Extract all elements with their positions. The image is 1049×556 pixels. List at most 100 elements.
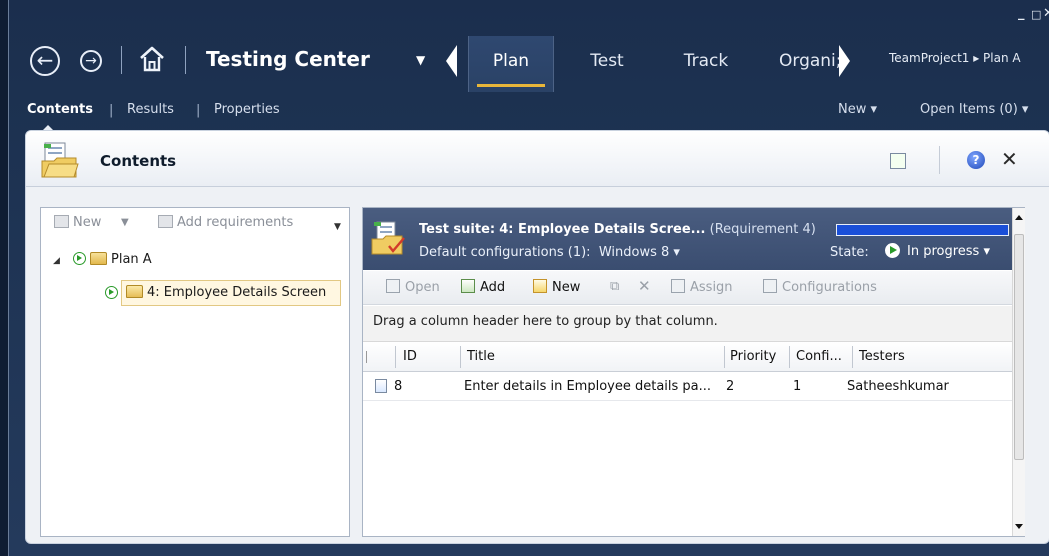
suite-header: Test suite: 4: Employee Details Scree...… (363, 208, 1024, 270)
state-label: State: (830, 245, 869, 260)
add-button[interactable]: Add (461, 279, 505, 295)
tabs-scroll-right-icon[interactable] (839, 45, 850, 77)
minimize-button[interactable]: _ (1018, 6, 1025, 21)
divider (852, 346, 853, 368)
play-icon (105, 286, 118, 299)
title-bar: _ □ ✕ ← → Testing Center ▼ Plan Test Tra… (9, 0, 1049, 92)
cell-id: 8 (394, 379, 403, 394)
app-title: Testing Center (206, 47, 370, 71)
open-icon (386, 279, 400, 293)
divider (789, 346, 790, 368)
home-icon[interactable] (139, 45, 165, 73)
test-case-toolbar: Open Add New ⧉ ✕ Assign Configurations (363, 271, 1024, 305)
cell-testers: Satheeshkumar (847, 379, 949, 394)
requirement-suite-icon (126, 285, 143, 298)
configurations-icon (763, 279, 777, 293)
title-dropdown-icon[interactable]: ▼ (416, 53, 425, 67)
tree-item-plan-a[interactable]: ◢ Plan A (53, 248, 152, 274)
subnav-results[interactable]: Results (127, 102, 174, 117)
scroll-thumb[interactable] (1014, 234, 1024, 460)
assign-icon (671, 279, 685, 293)
column-header-testers[interactable]: Testers (859, 349, 905, 364)
play-icon (885, 243, 900, 258)
panel-header: Contents ? ✕ (26, 131, 1049, 187)
column-header-priority[interactable]: Priority (730, 349, 776, 364)
column-header-id[interactable]: ID (403, 349, 417, 364)
subnav-contents[interactable]: Contents (27, 102, 93, 132)
app-window: _ □ ✕ ← → Testing Center ▼ Plan Test Tra… (8, 0, 1049, 556)
panel-title: Contents (100, 152, 177, 170)
suite-progress-bar (836, 224, 1009, 236)
divider (460, 346, 461, 368)
suite-details-pane: Test suite: 4: Employee Details Scree...… (362, 207, 1025, 537)
chevron-down-icon[interactable]: ▼ (121, 217, 129, 228)
expand-icon[interactable]: ◢ (53, 249, 60, 273)
add-requirements-button[interactable]: Add requirements (158, 215, 293, 230)
suite-title: Test suite: 4: Employee Details Scree...… (419, 222, 816, 237)
back-button[interactable]: ← (30, 46, 60, 76)
scroll-up-icon[interactable] (1015, 215, 1023, 220)
tree-item-employee-details-screen[interactable]: 4: Employee Details Screen (121, 280, 341, 306)
scroll-down-icon[interactable] (1015, 524, 1023, 529)
add-icon (461, 279, 475, 293)
open-button[interactable]: Open (386, 279, 440, 295)
refresh-icon[interactable] (890, 153, 906, 169)
open-items-menu-button[interactable]: Open Items (0) ▾ (920, 102, 1028, 117)
add-requirements-icon (158, 215, 173, 228)
tab-plan[interactable]: Plan (468, 36, 554, 92)
column-header-title[interactable]: Title (467, 349, 495, 364)
sub-navigation: Contents | Results | Properties New ▾ Op… (9, 92, 1049, 132)
row-grip-icon (366, 351, 367, 363)
tree-toolbar: New ▼ Add requirements ▼ (41, 208, 349, 238)
vertical-scrollbar[interactable] (1012, 208, 1025, 536)
table-row[interactable]: 8 Enter details in Employee details pa..… (363, 373, 1013, 401)
cell-title: Enter details in Employee details pa... (464, 379, 712, 394)
column-header-configurations[interactable]: Confi... (796, 349, 842, 364)
new-button[interactable]: New (533, 279, 580, 295)
close-icon[interactable]: ✕ (1001, 147, 1018, 171)
test-case-icon (375, 379, 390, 395)
new-suite-icon (54, 215, 69, 228)
tab-track[interactable]: Track (674, 36, 738, 92)
new-icon (533, 279, 547, 293)
arrow-right-icon: → (85, 53, 97, 69)
divider: | (109, 103, 114, 118)
folder-icon (90, 252, 107, 265)
arrow-left-icon: ← (36, 48, 54, 72)
test-suite-icon (371, 221, 405, 255)
divider (395, 346, 396, 368)
group-by-hint[interactable]: Drag a column header here to group by th… (363, 306, 1024, 342)
divider (121, 46, 122, 74)
tree-new-button[interactable]: New (54, 215, 101, 230)
state-dropdown[interactable]: In progress ▾ (885, 243, 990, 259)
toolbar-overflow-icon[interactable]: ▼ (334, 222, 341, 232)
grid-header: ID Title Priority Confi... Testers (363, 342, 1013, 372)
copy-icon[interactable]: ⧉ (610, 279, 619, 294)
test-plan-folder-icon (41, 142, 79, 178)
help-icon[interactable]: ? (967, 151, 985, 169)
divider (724, 346, 725, 368)
tree-item-label: Plan A (111, 252, 152, 267)
configurations-button[interactable]: Configurations (763, 279, 877, 295)
divider: | (196, 103, 201, 118)
contents-panel: Contents ? ✕ New ▼ Add requirements ▼ ◢ … (25, 130, 1049, 544)
tabs-scroll-left-icon[interactable] (446, 45, 457, 77)
plan-tree-pane: New ▼ Add requirements ▼ ◢ Plan A 4: Emp… (40, 207, 350, 537)
close-window-button[interactable]: ✕ (1043, 6, 1049, 21)
tree-item-label: 4: Employee Details Screen (147, 285, 327, 300)
tab-test[interactable]: Test (581, 36, 633, 92)
maximize-button[interactable]: □ (1031, 8, 1041, 21)
play-icon (73, 252, 86, 265)
remove-icon[interactable]: ✕ (638, 277, 651, 295)
cell-configurations: 1 (793, 379, 802, 394)
cell-priority: 2 (726, 379, 735, 394)
divider (185, 46, 186, 74)
new-menu-button[interactable]: New ▾ (838, 102, 877, 117)
assign-button[interactable]: Assign (671, 279, 733, 295)
forward-button[interactable]: → (80, 50, 102, 72)
breadcrumb[interactable]: TeamProject1 ▸ Plan A (889, 51, 1021, 65)
default-configurations: Default configurations (1): Windows 8 ▾ (419, 245, 680, 260)
divider (939, 146, 940, 174)
subnav-properties[interactable]: Properties (214, 102, 280, 117)
configuration-dropdown[interactable]: Windows 8 ▾ (599, 245, 680, 260)
